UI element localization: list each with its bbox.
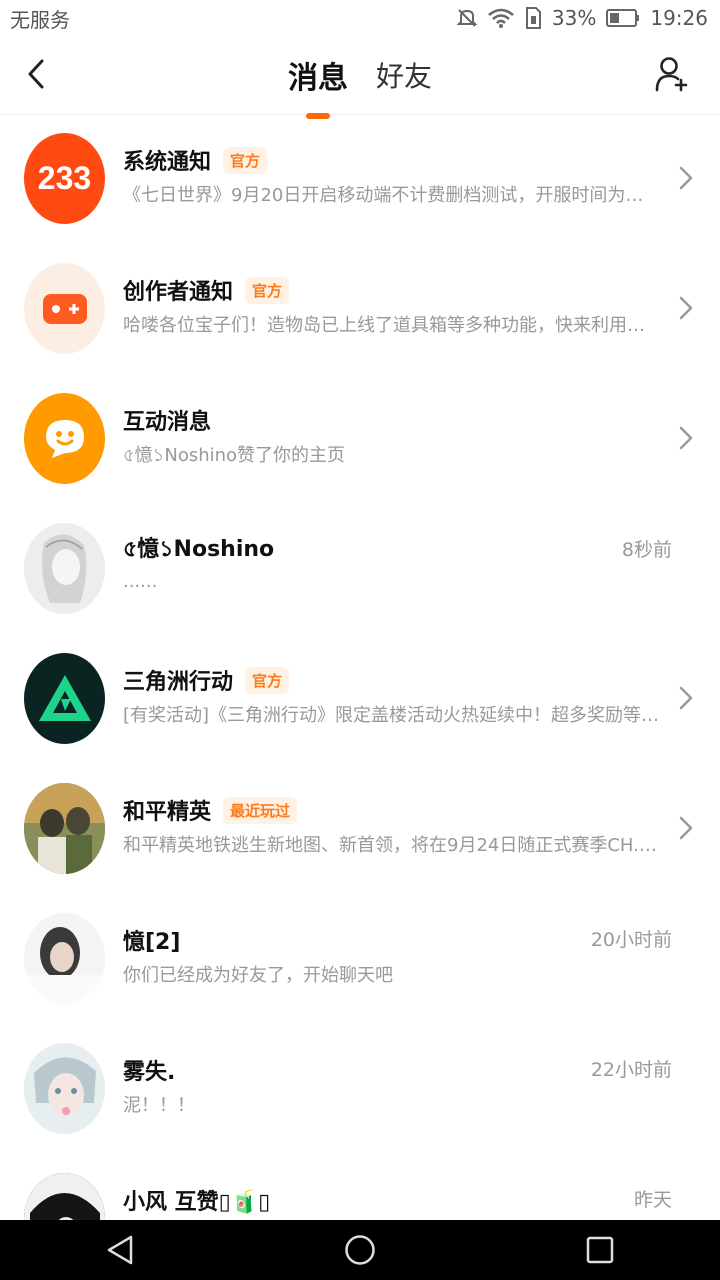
square-recents-icon [586,1236,614,1264]
chevron-right-icon [679,686,693,710]
conversation-preview: [有奖活动]《三角洲行动》限定盖楼活动火热延续中！超多奖励等你来拿 [123,705,661,726]
carrier-text: 无服务 [10,7,70,32]
conversation-name: 雾失. [123,1060,176,1085]
battery-percent: 33% [551,6,597,30]
timestamp: 20小时前 [590,929,672,951]
dark-anime-avatar [24,1173,105,1220]
official-badge: 官方 [245,276,290,304]
conversation-name: ৫憶১Noshino [123,537,275,562]
conversation-row-interaction[interactable]: 互动消息 ৫憶১Noshino赞了你的主页 [0,375,720,505]
conversation-name: 憶[2] [123,930,181,955]
conversation-row-creator[interactable]: 创作者通知 官方 哈喽各位宝子们！造物岛已上线了道具箱等多种功能，快来利用各种道… [0,245,720,375]
conversation-preview: ...... [123,571,158,592]
conversation-list: 233 系统通知 官方 《七日世界》9月20日开启移动端不计费删档测试，开服时间… [0,115,720,1220]
wifi-icon [488,8,514,28]
conversation-preview: 《七日世界》9月20日开启移动端不计费删档测试，开服时间为上午10:00 [123,185,661,206]
add-friend-button[interactable] [652,54,692,94]
battery-icon [606,8,640,28]
add-user-icon [655,57,688,92]
conversation-name: 小风 互赞▯🧃▯ [123,1190,271,1215]
status-bar: 无服务 33% 19:26 [0,0,720,36]
logo-233-text: 233 [37,160,92,196]
conversation-name: 创作者通知 [123,280,234,305]
conversation-row-peace-elite[interactable]: 和平精英 最近玩过 和平精英地铁逃生新地图、新首领，将在9月24日随正式赛季CH… [0,765,720,895]
header: 消息 好友 [0,36,720,119]
conversation-row-delta-force[interactable]: 三角洲行动 官方 [有奖活动]《三角洲行动》限定盖楼活动火热延续中！超多奖励等你… [0,635,720,765]
tab-bar: 消息 好友 [0,36,720,119]
girl-photo-avatar [24,913,105,1004]
chevron-right-icon [679,816,693,840]
conversation-preview: 哈喽各位宝子们！造物岛已上线了道具箱等多种功能，快来利用各种道具吧 [123,315,661,336]
circle-home-icon [345,1235,375,1265]
triangle-back-icon [107,1235,133,1265]
logo-233-icon: 233 [24,133,105,224]
conversation-preview: 你们已经成为好友了，开始聊天吧 [123,965,393,986]
soldiers-avatar [24,783,105,874]
tab-friends-label: 好友 [375,60,432,93]
conversation-row-wushi[interactable]: 雾失. 22小时前 泥！！！ [0,1025,720,1155]
timestamp: 昨天 [633,1189,672,1211]
system-navigation-bar [0,1220,720,1280]
chevron-right-icon [679,166,693,190]
conversation-preview: 泥！！！ [123,1095,195,1116]
tab-friends[interactable]: 好友 [374,55,434,95]
mute-icon [456,7,478,29]
chevron-right-icon [679,426,693,450]
tab-messages[interactable]: 消息 [286,53,350,119]
gamepad-icon [24,263,105,354]
timestamp: 8秒前 [621,539,672,561]
conversation-name: 三角洲行动 [123,670,234,695]
conversation-row-system[interactable]: 233 系统通知 官方 《七日世界》9月20日开启移动端不计费删档测试，开服时间… [0,115,720,245]
clock: 19:26 [650,6,708,30]
official-badge: 官方 [245,666,290,694]
conversation-row-xiaofeng[interactable]: 小风 互赞▯🧃▯ 昨天 [0,1155,720,1220]
nav-back-button[interactable] [90,1220,150,1280]
conversation-name: 系统通知 [123,150,212,175]
chevron-right-icon [679,296,693,320]
nav-home-button[interactable] [330,1220,390,1280]
chat-bubble-icon [24,393,105,484]
conversation-row-yi2[interactable]: 憶[2] 20小时前 你们已经成为好友了，开始聊天吧 [0,895,720,1025]
conversation-name: 和平精英 [123,800,212,825]
sketch-girl-avatar [24,523,105,614]
conversation-name: 互动消息 [123,410,212,435]
official-badge: 官方 [223,146,268,174]
tab-messages-label: 消息 [287,61,348,96]
conversation-preview: ৫憶১Noshino赞了你的主页 [123,445,346,466]
conversation-preview: 和平精英地铁逃生新地图、新首领，将在9月24日随正式赛季CH.2上线 [123,835,661,856]
anime-boy-avatar [24,1043,105,1134]
nav-recents-button[interactable] [570,1220,630,1280]
delta-force-logo [24,653,105,744]
timestamp: 22小时前 [590,1059,672,1081]
recently-played-badge: 最近玩过 [223,796,298,824]
sim-icon [524,7,542,29]
conversation-row-noshino[interactable]: ৫憶১Noshino 8秒前 ...... [0,505,720,635]
